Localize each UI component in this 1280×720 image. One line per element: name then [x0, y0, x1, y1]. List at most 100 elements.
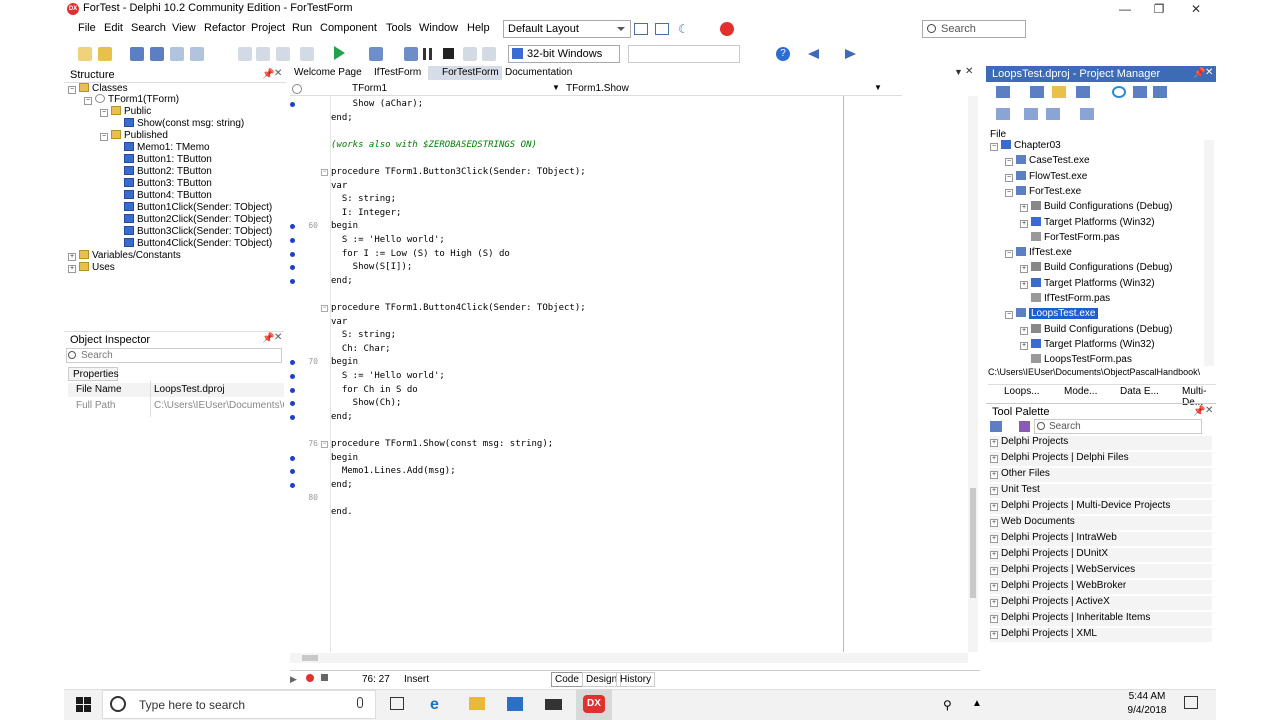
breakpoint-marker[interactable]: [290, 374, 295, 379]
save-icon[interactable]: [130, 47, 144, 61]
code-line[interactable]: end.: [331, 506, 353, 519]
breakpoint-marker[interactable]: [290, 224, 295, 230]
property-row[interactable]: Full Path C:\Users\IEUser\Documents\C: [68, 399, 284, 413]
expand-toggle[interactable]: +: [990, 583, 998, 591]
maximize-button[interactable]: ❐: [1141, 0, 1177, 18]
expand-toggle[interactable]: +: [1020, 219, 1028, 228]
clock-time[interactable]: 5:44 AM: [1127, 691, 1167, 702]
project-tree-node[interactable]: + Target Platforms (Win32): [1020, 338, 1155, 352]
palette-category[interactable]: + Delphi Projects | IntraWeb: [990, 532, 1212, 546]
expand-toggle[interactable]: +: [990, 439, 998, 447]
pin-icon[interactable]: 📌: [1193, 68, 1205, 79]
property-value[interactable]: C:\Users\IEUser\Documents\C: [154, 400, 284, 411]
tray-icon[interactable]: [1029, 698, 1043, 712]
palette-categories-icon[interactable]: [990, 421, 1002, 432]
device-dropdown[interactable]: [628, 45, 740, 63]
menu-window[interactable]: Window: [419, 22, 458, 34]
palette-search-input[interactable]: Search: [1034, 419, 1202, 434]
tab-fortestform[interactable]: ForTestForm: [428, 66, 502, 80]
tab-properties[interactable]: Properties: [68, 367, 119, 381]
breakpoint-marker[interactable]: [290, 401, 295, 407]
code-line[interactable]: S := 'Hello world';: [331, 234, 445, 247]
back-arrow-icon[interactable]: [808, 49, 819, 59]
scrollbar-thumb[interactable]: [970, 488, 976, 598]
view-form-icon[interactable]: [276, 47, 290, 61]
code-line[interactable]: procedure TForm1.Button4Click(Sender: TO…: [331, 302, 586, 315]
vertical-scrollbar[interactable]: [968, 96, 978, 652]
forward-arrow-icon[interactable]: [845, 49, 856, 59]
code-line[interactable]: I: Integer;: [331, 207, 402, 220]
menu-edit[interactable]: Edit: [104, 22, 123, 34]
menu-view[interactable]: View: [172, 22, 196, 34]
stop-icon[interactable]: [443, 48, 454, 59]
expand-toggle[interactable]: +: [1020, 280, 1028, 289]
tab-iftestform[interactable]: IfTestForm: [358, 66, 424, 80]
add-icon[interactable]: [1030, 86, 1044, 98]
tab-code[interactable]: Code: [551, 672, 583, 687]
code-line[interactable]: for Ch in S do: [331, 384, 418, 397]
save-layout-icon[interactable]: [634, 23, 648, 35]
menu-run[interactable]: Run: [292, 22, 312, 34]
dx-icon[interactable]: [720, 22, 734, 36]
scrollbar-thumb[interactable]: [302, 655, 318, 661]
pin-icon[interactable]: 📌: [262, 69, 274, 80]
code-line[interactable]: end;: [331, 275, 353, 288]
tree-node[interactable]: Memo1: TMemo: [124, 142, 210, 154]
open-icon[interactable]: [98, 47, 112, 61]
palette-category[interactable]: + Delphi Projects | Inheritable Items: [990, 612, 1212, 626]
project-tree-node[interactable]: − IfTest.exe: [1005, 247, 1072, 260]
tree-node[interactable]: + Uses: [68, 262, 115, 274]
code-line[interactable]: procedure TForm1.Button3Click(Sender: TO…: [331, 166, 586, 179]
tree-node[interactable]: Button2Click(Sender: TObject): [124, 214, 272, 226]
refresh-icon[interactable]: [1112, 86, 1126, 98]
menu-help[interactable]: Help: [467, 22, 490, 34]
project-tree-node[interactable]: IfTestForm.pas: [1020, 293, 1110, 306]
method-navigator[interactable]: TForm1.Show: [566, 83, 629, 94]
expand-toggle[interactable]: +: [990, 487, 998, 495]
moon-icon[interactable]: ☾: [678, 22, 689, 36]
expand-toggle[interactable]: +: [990, 631, 998, 639]
close-button[interactable]: ✕: [1178, 0, 1214, 18]
project-tree-node[interactable]: − LoopsTest.exe: [1005, 308, 1098, 321]
expand-toggle[interactable]: +: [990, 599, 998, 607]
expand-toggle[interactable]: +: [990, 519, 998, 527]
sync-icon[interactable]: [996, 86, 1010, 98]
palette-category[interactable]: + Delphi Projects | Delphi Files: [990, 452, 1212, 466]
close-panel-icon[interactable]: ✕: [274, 332, 282, 343]
project-tree-node[interactable]: LoopsTestForm.pas: [1020, 354, 1132, 366]
pause-icon[interactable]: [423, 48, 426, 60]
project-tree-node[interactable]: − CaseTest.exe: [1005, 155, 1090, 168]
palette-category[interactable]: + Other Files: [990, 468, 1212, 482]
breakpoint-marker[interactable]: [290, 387, 295, 393]
tray-icon[interactable]: [1048, 698, 1062, 712]
step-icon[interactable]: [404, 47, 418, 61]
palette-category[interactable]: + Delphi Projects | XML: [990, 628, 1212, 642]
close-panel-icon[interactable]: ✕: [274, 68, 282, 79]
expand-toggle[interactable]: +: [990, 535, 998, 543]
project-tree-node[interactable]: − FlowTest.exe: [1005, 170, 1087, 184]
reopen-icon[interactable]: [190, 47, 204, 61]
property-value[interactable]: LoopsTest.dproj: [154, 384, 225, 395]
palette-category[interactable]: + Delphi Projects | Multi-Device Projects: [990, 500, 1212, 514]
record-macro-icon[interactable]: [306, 674, 314, 682]
palette-category[interactable]: + Unit Test: [990, 484, 1212, 498]
help-icon[interactable]: ?: [776, 47, 790, 61]
fold-toggle-icon[interactable]: −: [321, 305, 328, 312]
gear-icon[interactable]: [292, 84, 302, 94]
tab-model[interactable]: Mode...: [1050, 386, 1097, 397]
expand-toggle[interactable]: +: [990, 455, 998, 463]
code-line[interactable]: S := 'Hello world';: [331, 370, 445, 383]
menu-search[interactable]: Search: [131, 22, 166, 34]
new-form-icon[interactable]: [300, 47, 314, 61]
breakpoint-marker[interactable]: [290, 414, 295, 420]
pin-icon[interactable]: 📌: [1193, 406, 1205, 417]
expand-toggle[interactable]: +: [990, 615, 998, 623]
view-icon[interactable]: [1076, 86, 1090, 98]
view-unit-icon[interactable]: [256, 47, 270, 61]
code-line[interactable]: Show (aChar);: [331, 98, 423, 111]
project-tree-node[interactable]: ForTestForm.pas: [1020, 231, 1120, 245]
microphone-icon[interactable]: [357, 697, 363, 708]
expand-toggle[interactable]: −: [1005, 173, 1013, 182]
ide-search-input[interactable]: Search: [922, 20, 1026, 38]
menu-file[interactable]: File: [78, 22, 96, 34]
